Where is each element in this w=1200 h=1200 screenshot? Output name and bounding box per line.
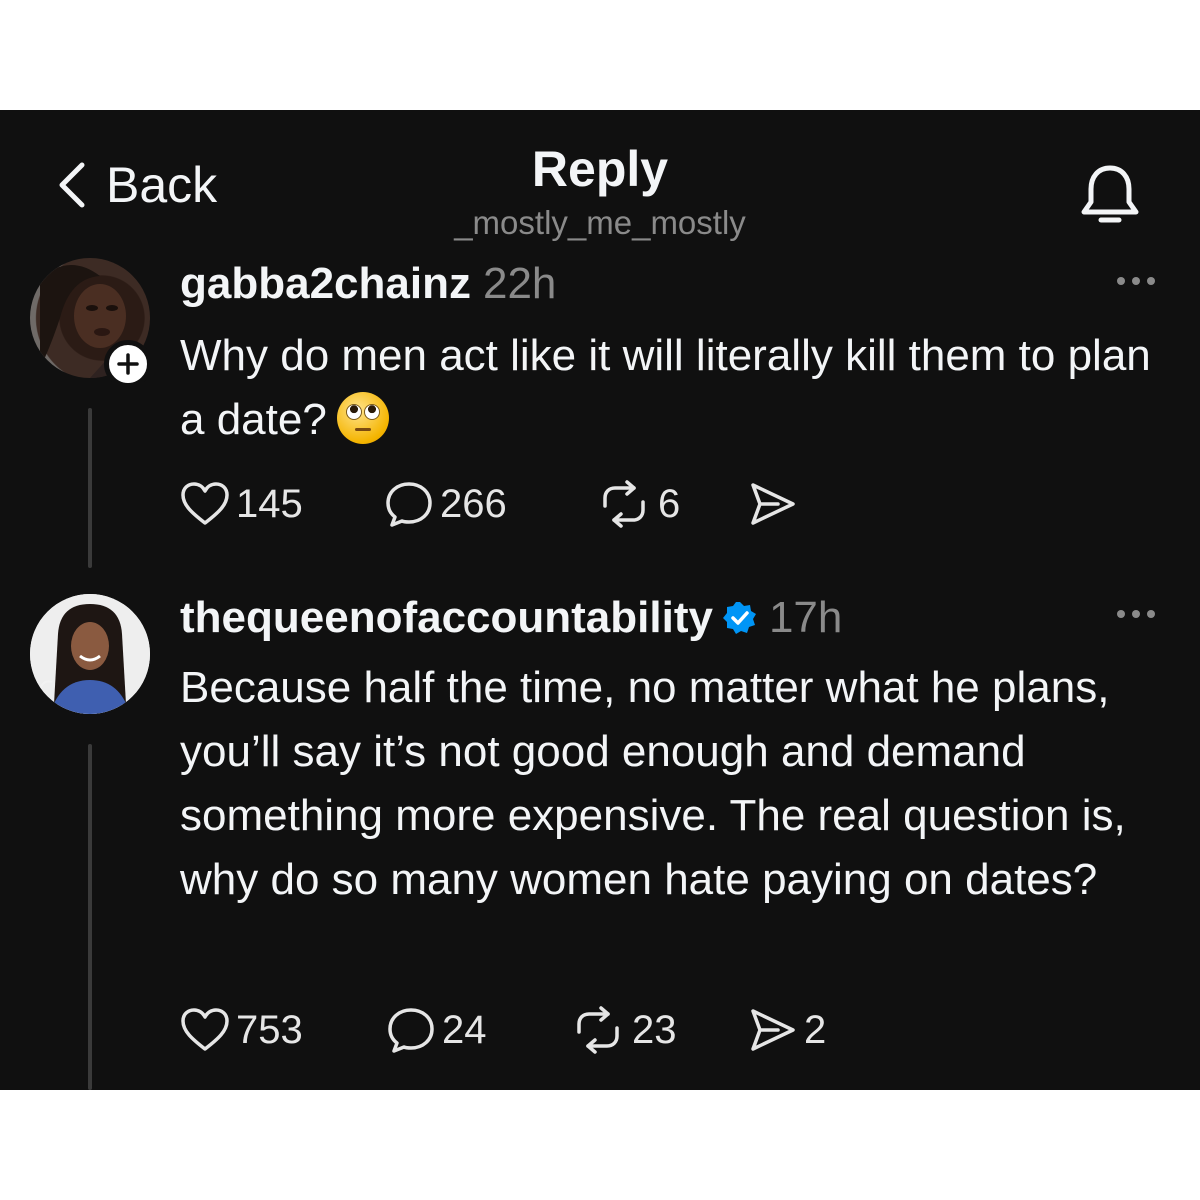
face-with-rolling-eyes-icon (336, 392, 389, 444)
post-actions: 753 24 23 2 (180, 1006, 826, 1054)
bell-icon[interactable] (1078, 162, 1142, 228)
reply-button[interactable]: 24 (386, 1006, 570, 1054)
more-icon[interactable] (1114, 271, 1158, 291)
reply-button[interactable]: 266 (384, 480, 596, 528)
username[interactable]: gabba2chainz (180, 262, 471, 306)
thread-line (88, 408, 92, 568)
username[interactable]: thequeenofaccountability (180, 596, 713, 640)
share-button[interactable]: 2 (748, 1007, 826, 1053)
comment-icon (386, 482, 432, 527)
like-button[interactable]: 145 (180, 481, 384, 527)
send-icon (751, 483, 795, 525)
reply-count: 24 (442, 1008, 487, 1052)
heart-icon (181, 482, 229, 525)
post-text: Why do men act like it will literally ki… (180, 324, 1170, 452)
heart-icon (181, 1008, 229, 1051)
plus-icon (117, 353, 139, 375)
repost-button[interactable]: 23 (570, 1006, 748, 1054)
repost-count: 23 (632, 1008, 677, 1052)
repost-icon (577, 1006, 619, 1054)
share-count: 2 (804, 1008, 827, 1052)
post-actions: 145 266 6 (180, 480, 804, 528)
repost-button[interactable]: 6 (596, 480, 748, 528)
reply-count: 266 (440, 482, 507, 526)
share-button[interactable] (748, 481, 804, 527)
page-title: Reply (531, 141, 669, 197)
like-count: 145 (236, 482, 303, 526)
verified-badge-icon (722, 602, 756, 634)
send-icon (751, 1009, 795, 1051)
repost-icon (603, 480, 645, 528)
avatar[interactable] (30, 594, 150, 714)
thread-line (88, 744, 92, 1090)
repost-count: 6 (658, 482, 681, 526)
page-subtitle: _mostly_me_mostly (454, 204, 746, 241)
post-time: 17h (768, 593, 843, 642)
avatar-photo (30, 594, 150, 714)
like-count: 753 (236, 1008, 303, 1052)
like-button[interactable]: 753 (180, 1007, 386, 1053)
post-text: Because half the time, no matter what he… (180, 663, 1126, 904)
reply-screen: Back Reply _mostly_me_mostly gabba2chain… (0, 110, 1200, 1090)
post-text-content: Why do men act like it will literally ki… (180, 331, 1151, 444)
comment-icon (388, 1008, 434, 1053)
follow-button[interactable] (104, 340, 152, 388)
post-time: 22h (482, 259, 557, 308)
more-icon[interactable] (1114, 604, 1158, 624)
post-header: gabba2chainz 22h (180, 262, 556, 306)
post-header: thequeenofaccountability 17h (180, 596, 842, 640)
